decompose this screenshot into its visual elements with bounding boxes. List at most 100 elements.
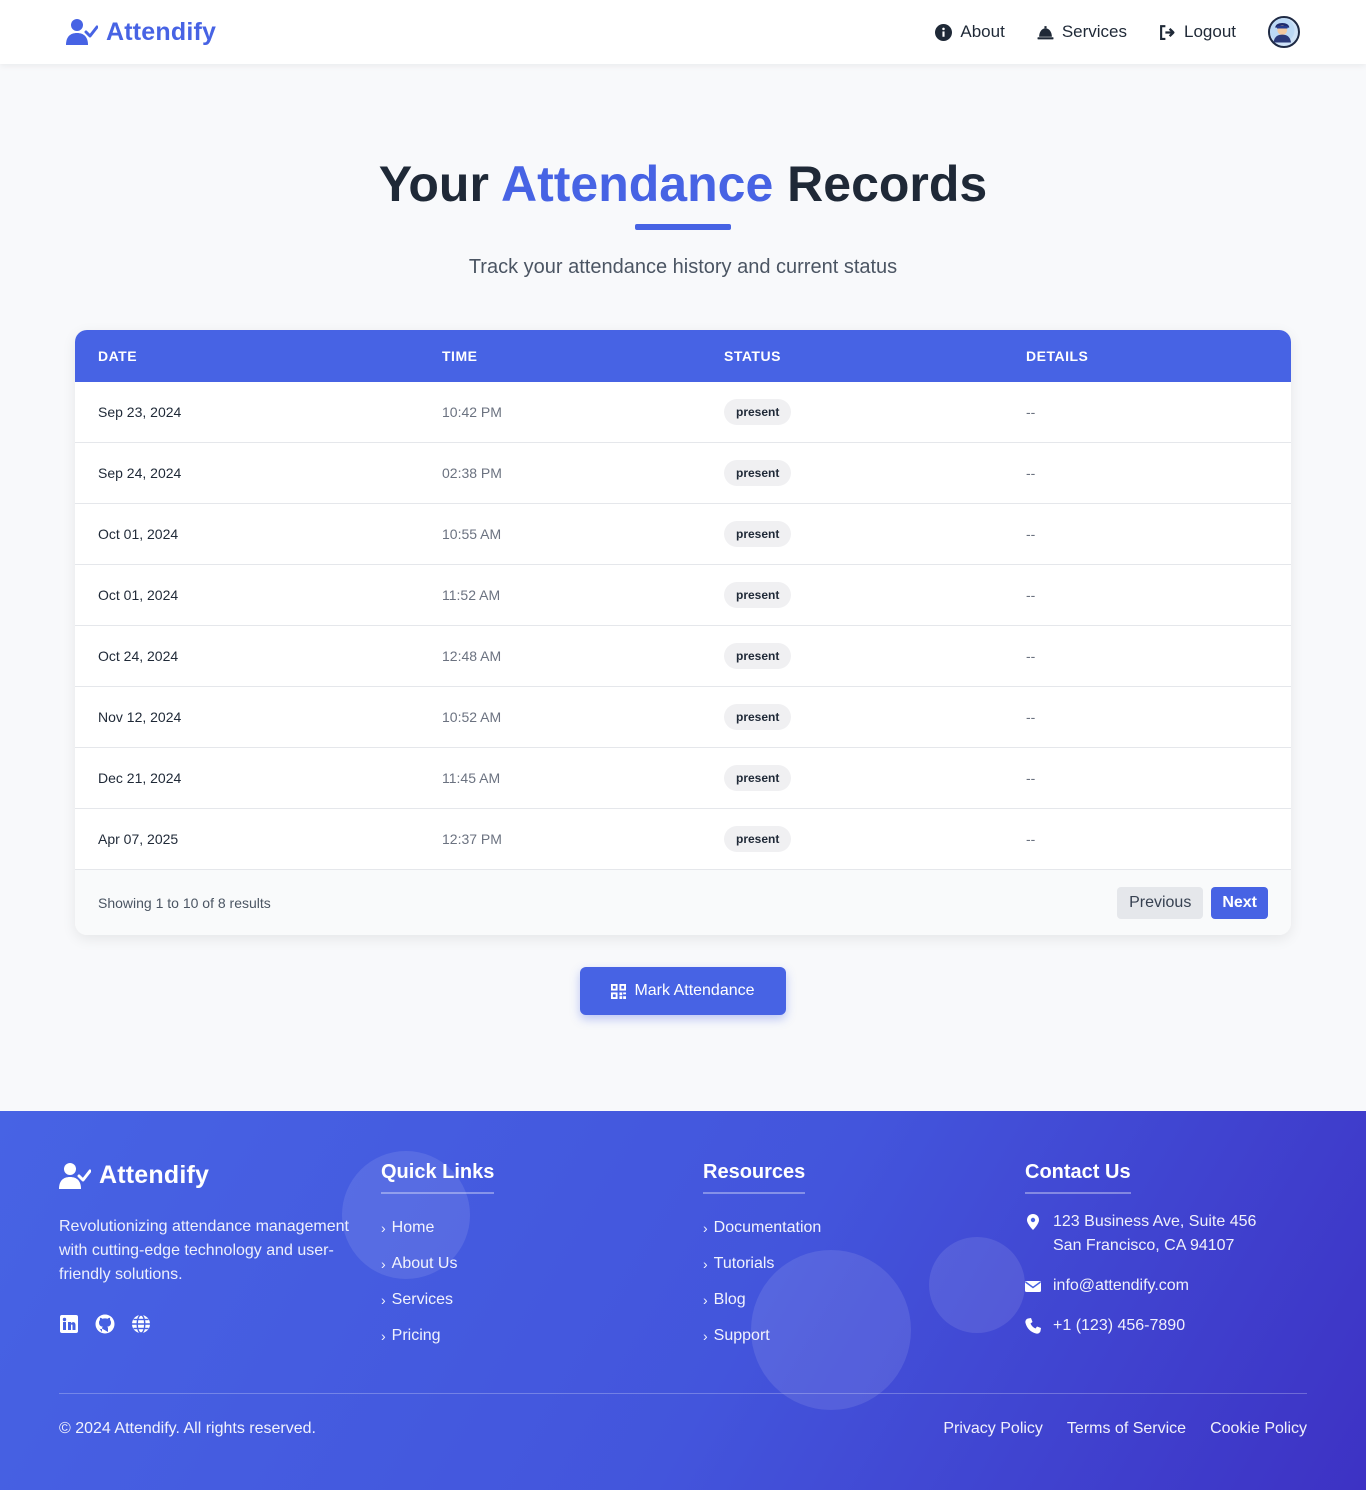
- footer-link-label: Documentation: [713, 1219, 822, 1236]
- row-time: 02:38 PM: [442, 465, 502, 481]
- nav-services-label: Services: [1061, 22, 1127, 41]
- avatar-image: [1270, 18, 1295, 43]
- user-avatar[interactable]: [1268, 16, 1300, 48]
- chevron-right-icon: ›: [381, 1292, 386, 1308]
- page-subtitle: Track your attendance history and curren…: [468, 256, 898, 278]
- cookie-policy-link[interactable]: Cookie Policy: [1210, 1420, 1307, 1438]
- footer-divider: [59, 1393, 1307, 1394]
- results-count: Showing 1 to 10 of 8 results: [98, 894, 271, 911]
- chevron-right-icon: ›: [703, 1292, 708, 1308]
- concierge-bell-icon: [1037, 25, 1054, 39]
- row-time: 10:55 AM: [442, 526, 502, 542]
- table-row: Sep 23, 2024 10:42 PM present --: [75, 382, 1291, 443]
- footer-resources: Resources › Documentation › Tutorials › Blo…: [703, 1161, 821, 1354]
- status-badge: present: [724, 643, 792, 669]
- page-title-accent: Attendance: [500, 156, 774, 212]
- footer-link-documentation[interactable]: › Documentation: [703, 1210, 821, 1246]
- previous-page-button[interactable]: Previous: [1117, 886, 1204, 919]
- footer-link-label: Services: [391, 1291, 454, 1308]
- page-title-pre: Your: [378, 156, 489, 212]
- chevron-right-icon: ›: [381, 1256, 386, 1272]
- address-line-1: 123 Business Ave, Suite 456: [1053, 1213, 1257, 1230]
- legal-links: Privacy Policy Terms of Service Cookie P…: [943, 1420, 1307, 1438]
- attendance-table-card: DATE TIME STATUS DETAILS Sep 23, 2024 10…: [75, 330, 1291, 935]
- footer-link-about-us[interactable]: › About Us: [381, 1246, 494, 1282]
- mark-attendance-button[interactable]: Mark Attendance: [580, 967, 786, 1015]
- row-time: 10:42 PM: [442, 404, 502, 420]
- phone-icon: [1025, 1318, 1041, 1334]
- user-check-icon: [59, 1162, 91, 1189]
- footer-description: Revolutionizing attendance management wi…: [59, 1218, 349, 1283]
- column-header-details: DETAILS: [1026, 348, 1089, 364]
- linkedin-icon[interactable]: [59, 1314, 79, 1334]
- contact-phone[interactable]: +1 (123) 456-7890: [1025, 1314, 1256, 1338]
- table-row: Sep 24, 2024 02:38 PM present --: [75, 443, 1291, 504]
- nav-logout[interactable]: Logout: [1159, 22, 1236, 42]
- row-date: Sep 23, 2024: [98, 404, 182, 420]
- row-time: 10:52 AM: [442, 709, 502, 725]
- row-date: Sep 24, 2024: [98, 465, 182, 481]
- contact-address: 123 Business Ave, Suite 456 San Francisc…: [1025, 1210, 1256, 1258]
- nav-about-label: About: [960, 22, 1005, 41]
- footer-link-label: About Us: [391, 1255, 458, 1272]
- row-details: --: [1026, 526, 1036, 542]
- footer-link-blog[interactable]: › Blog: [703, 1282, 821, 1318]
- row-date: Oct 01, 2024: [98, 587, 179, 603]
- table-header: DATE TIME STATUS DETAILS: [75, 330, 1291, 382]
- next-page-button[interactable]: Next: [1211, 886, 1268, 919]
- map-pin-icon: [1027, 1214, 1039, 1230]
- privacy-policy-link[interactable]: Privacy Policy: [943, 1420, 1043, 1438]
- row-details: --: [1026, 404, 1036, 420]
- chevron-right-icon: ›: [381, 1220, 386, 1236]
- footer-link-support[interactable]: › Support: [703, 1318, 821, 1354]
- footer-brand[interactable]: Attendify: [59, 1161, 209, 1190]
- footer-link-services[interactable]: › Services: [381, 1282, 494, 1318]
- footer-link-pricing[interactable]: › Pricing: [381, 1318, 494, 1354]
- contact-phone-text: +1 (123) 456-7890: [1053, 1317, 1186, 1334]
- nav-logout-label: Logout: [1184, 22, 1236, 41]
- column-header-date: DATE: [98, 348, 138, 364]
- footer-link-label: Tutorials: [713, 1255, 775, 1272]
- row-date: Oct 24, 2024: [98, 648, 179, 664]
- footer-link-tutorials[interactable]: › Tutorials: [703, 1246, 821, 1282]
- row-details: --: [1026, 465, 1036, 481]
- nav-services[interactable]: Services: [1037, 22, 1127, 42]
- footer-link-home[interactable]: › Home: [381, 1210, 494, 1246]
- footer-link-label: Support: [713, 1327, 770, 1344]
- decorative-bubble: [929, 1237, 1025, 1333]
- brand-logo[interactable]: Attendify: [66, 18, 216, 47]
- chevron-right-icon: ›: [703, 1328, 708, 1344]
- footer-link-label: Blog: [713, 1291, 746, 1308]
- nav-about[interactable]: About: [935, 22, 1005, 42]
- info-circle-icon: [935, 23, 953, 41]
- table-row: Oct 01, 2024 11:52 AM present --: [75, 565, 1291, 626]
- status-badge: present: [724, 399, 792, 425]
- footer-contact: Contact Us 123 Business Ave, Suite 456 S…: [1025, 1161, 1256, 1354]
- terms-of-service-link[interactable]: Terms of Service: [1067, 1420, 1186, 1438]
- row-details: --: [1026, 587, 1036, 603]
- status-badge: present: [724, 704, 792, 730]
- github-icon[interactable]: [95, 1314, 115, 1334]
- footer-link-label: Home: [391, 1219, 435, 1236]
- contact-email[interactable]: info@attendify.com: [1025, 1274, 1256, 1298]
- envelope-icon: [1025, 1281, 1041, 1292]
- table-row: Oct 01, 2024 10:55 AM present --: [75, 504, 1291, 565]
- footer-quick-links: Quick Links › Home › About Us › Services › P…: [381, 1161, 495, 1354]
- copyright-text: © 2024 Attendify. All rights reserved.: [59, 1420, 316, 1437]
- table-footer: Showing 1 to 10 of 8 results Previous Ne…: [75, 870, 1291, 935]
- column-header-status: STATUS: [724, 348, 781, 364]
- row-details: --: [1026, 648, 1036, 664]
- pagination: Previous Next: [1117, 886, 1268, 919]
- row-date: Nov 12, 2024: [98, 709, 182, 725]
- social-links: [59, 1314, 151, 1334]
- title-underline: [635, 224, 731, 230]
- footer-brand-name: Attendify: [99, 1161, 210, 1189]
- status-badge: present: [724, 582, 792, 608]
- table-row: Nov 12, 2024 10:52 AM present --: [75, 687, 1291, 748]
- row-date: Dec 21, 2024: [98, 770, 182, 786]
- globe-icon[interactable]: [131, 1314, 151, 1334]
- footer-link-label: Pricing: [391, 1327, 441, 1344]
- row-time: 12:37 PM: [442, 831, 502, 847]
- status-badge: present: [724, 460, 792, 486]
- contact-heading: Contact Us: [1025, 1161, 1131, 1194]
